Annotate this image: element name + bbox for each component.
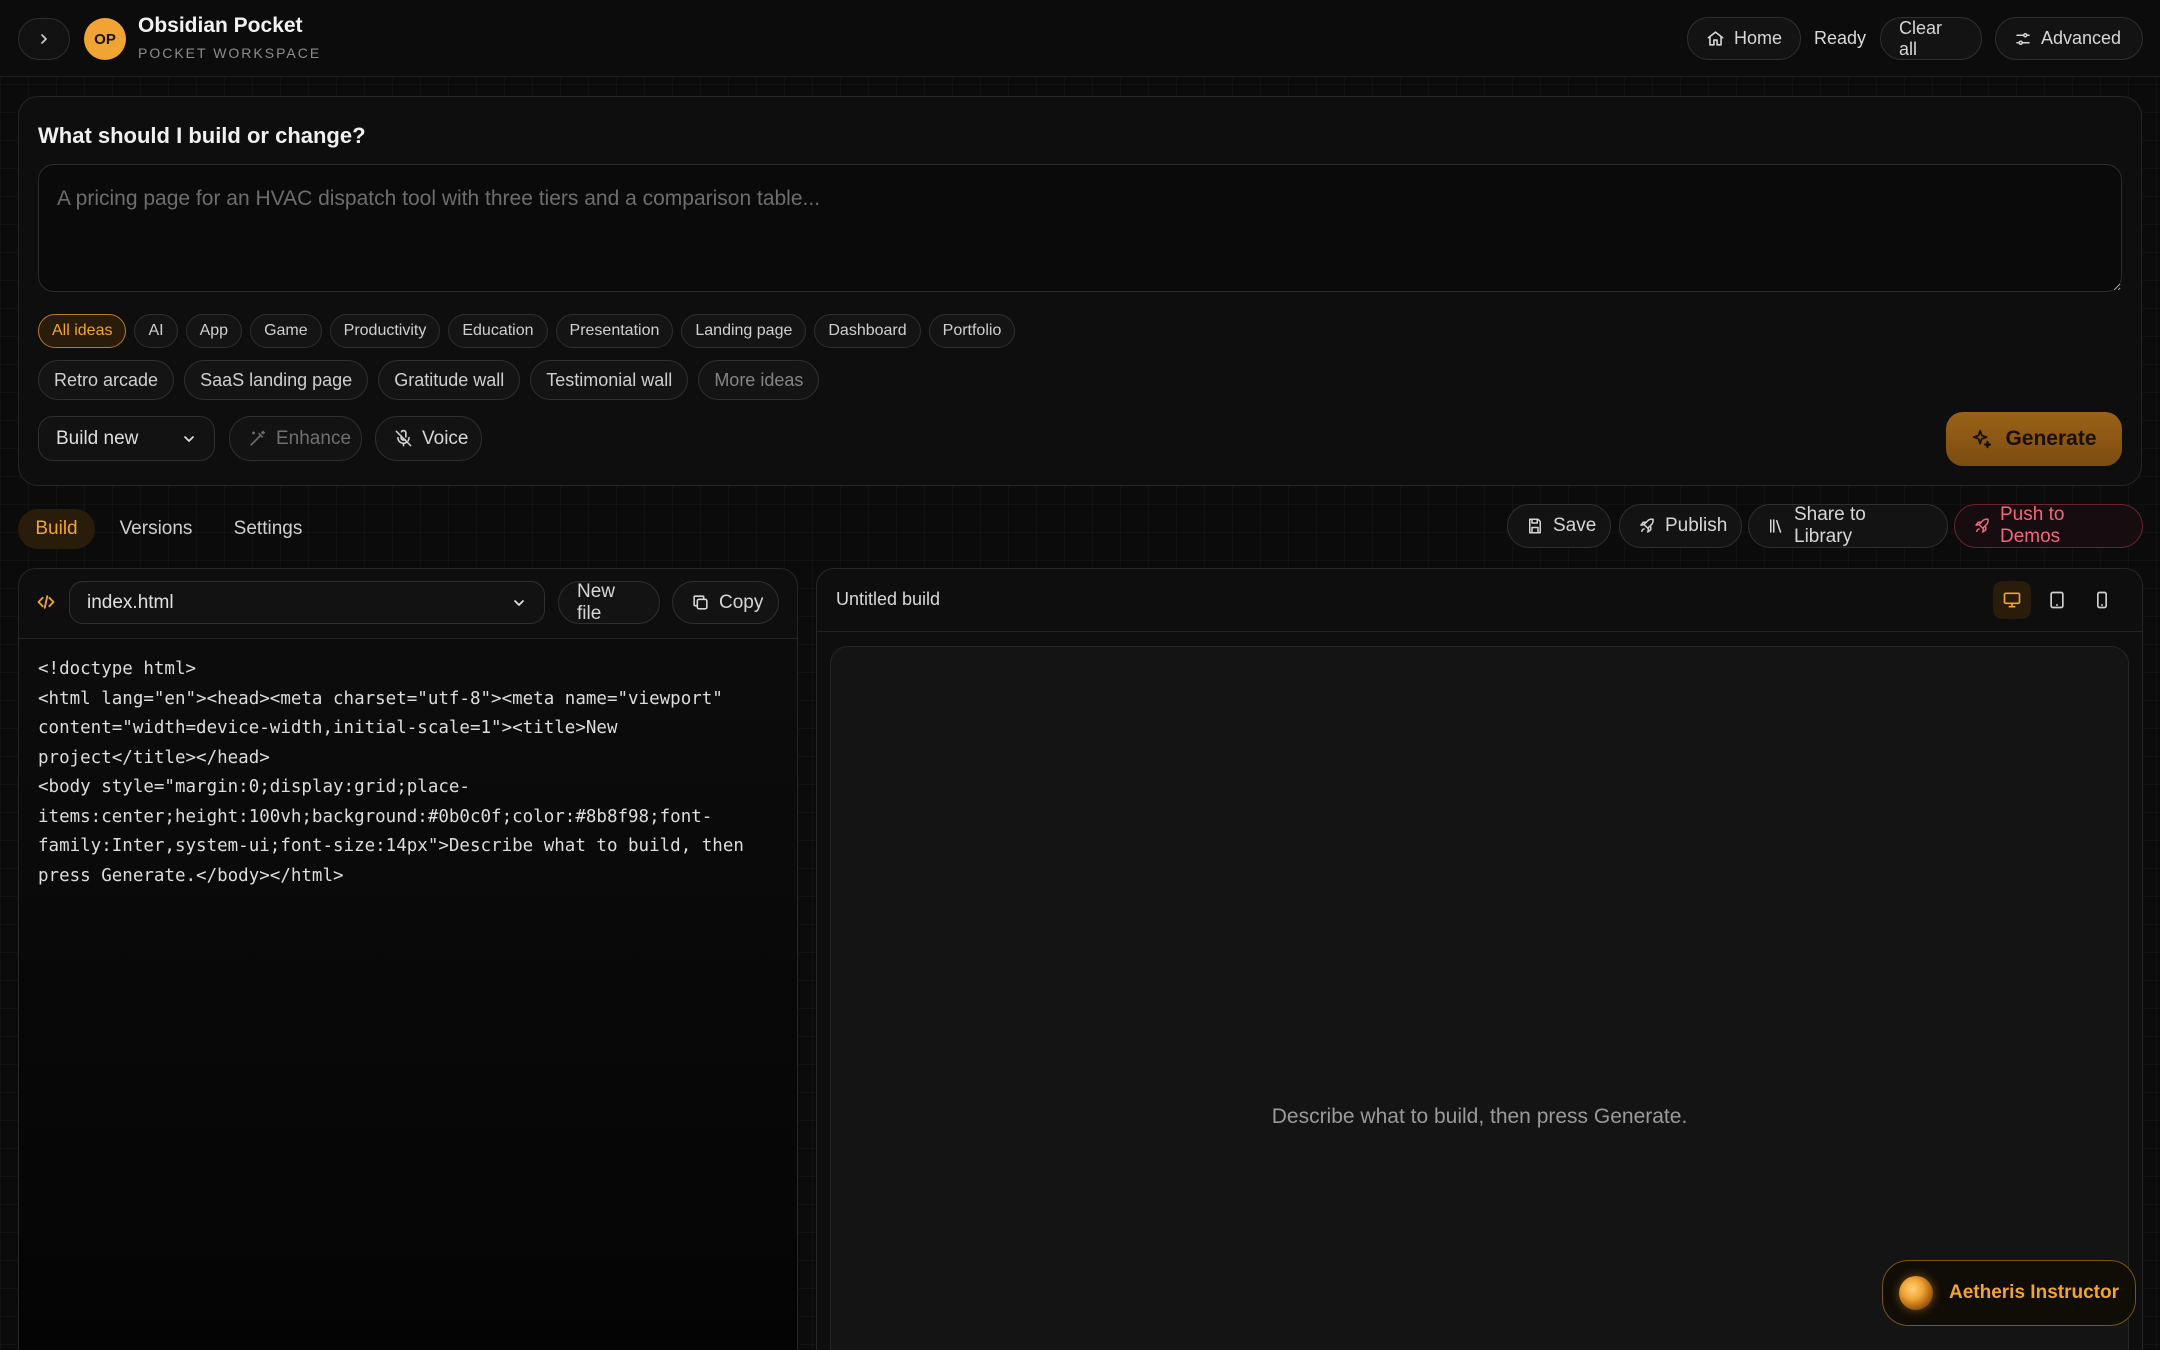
home-button[interactable]: Home [1687,17,1801,60]
home-label: Home [1734,28,1783,48]
copy-label: Copy [719,591,764,613]
voice-button[interactable]: Voice [375,416,482,461]
magic-wand-icon [248,429,267,448]
preview-frame[interactable] [830,646,2129,1350]
chip-landing-page[interactable]: Landing page [681,314,807,348]
copy-icon [691,593,710,612]
library-icon [1767,517,1785,535]
tablet-icon [2047,590,2067,610]
idea-retro-arcade[interactable]: Retro arcade [38,360,175,400]
save-icon [1526,517,1544,535]
generate-label: Generate [2005,427,2097,450]
chevron-down-icon [181,431,197,447]
chip-productivity[interactable]: Productivity [329,314,441,348]
chevron-down-icon [511,595,527,611]
advanced-button[interactable]: Advanced [1995,17,2143,60]
enhance-button[interactable]: Enhance [229,416,362,461]
sparkles-icon [1971,428,1993,450]
clear-all-button[interactable]: Clear all [1880,17,1982,60]
assistant-button[interactable]: Aetheris Instructor [1882,1260,2136,1326]
category-chips: All ideas AI App Game Productivity Educa… [38,314,1016,348]
publish-button[interactable]: Publish [1619,504,1742,548]
code-icon [36,592,56,612]
chip-portfolio[interactable]: Portfolio [928,314,1016,348]
tablet-view-button[interactable] [2038,581,2076,619]
prompt-input[interactable] [38,164,2122,292]
file-select[interactable]: index.html [69,581,545,624]
idea-gratitude-wall[interactable]: Gratitude wall [378,360,521,400]
home-icon [1706,29,1725,48]
push-label: Push to Demos [2000,504,2065,547]
mic-off-icon [394,429,413,448]
desktop-view-button[interactable] [1993,581,2031,619]
chip-education[interactable]: Education [448,314,548,348]
chip-dashboard[interactable]: Dashboard [814,314,921,348]
new-file-button[interactable]: New file [558,581,660,624]
advanced-label: Advanced [2041,28,2122,48]
more-ideas-button[interactable]: More ideas [698,360,820,400]
chevron-right-icon [36,31,52,47]
chip-game[interactable]: Game [250,314,322,348]
file-select-value: index.html [87,591,174,613]
chip-app[interactable]: App [185,314,243,348]
preview-toolbar [817,569,2142,632]
idea-chips: Retro arcade SaaS landing page Gratitude… [38,360,820,400]
chip-presentation[interactable]: Presentation [555,314,674,348]
preview-placeholder-message: Describe what to build, then press Gener… [1271,1105,1688,1128]
rocket-icon [1973,517,1991,535]
mobile-view-button[interactable] [2083,581,2121,619]
build-mode-select[interactable]: Build new [38,416,215,461]
rocket-icon [1638,517,1656,535]
publish-label: Publish [1665,515,1728,536]
build-mode-value: Build new [56,427,139,449]
prompt-heading: What should I build or change? [38,123,366,148]
status-indicator: Ready [1814,28,1867,48]
sliders-icon [2014,30,2032,48]
logo-avatar: OP [84,18,126,60]
share-to-library-button[interactable]: Share to Library [1748,504,1948,548]
sidebar-toggle-button[interactable] [18,18,70,60]
save-label: Save [1553,515,1597,536]
preview-title: Untitled build [836,589,941,609]
save-button[interactable]: Save [1507,504,1611,548]
assistant-label: Aetheris Instructor [1949,1282,2119,1303]
share-label: Share to Library [1794,504,1866,547]
chip-ai[interactable]: AI [134,314,178,348]
idea-saas-landing-page[interactable]: SaaS landing page [184,360,369,400]
push-to-demos-button[interactable]: Push to Demos [1954,504,2143,548]
code-text[interactable]: <!doctype html> <html lang="en"><head><m… [38,655,778,891]
chip-all-ideas[interactable]: All ideas [38,314,127,348]
phone-icon [2092,590,2112,610]
idea-testimonial-wall[interactable]: Testimonial wall [530,360,689,400]
tab-settings[interactable]: Settings [218,509,318,549]
app-subtitle: POCKET WORKSPACE [138,45,322,61]
app-title: Obsidian Pocket [138,14,303,37]
copy-button[interactable]: Copy [672,581,779,624]
monitor-icon [2002,590,2022,610]
tab-build[interactable]: Build [18,509,95,549]
voice-label: Voice [422,427,469,449]
assistant-orb-icon [1899,1276,1933,1310]
enhance-label: Enhance [276,427,352,449]
tab-versions[interactable]: Versions [108,509,204,549]
generate-button[interactable]: Generate [1946,412,2122,466]
